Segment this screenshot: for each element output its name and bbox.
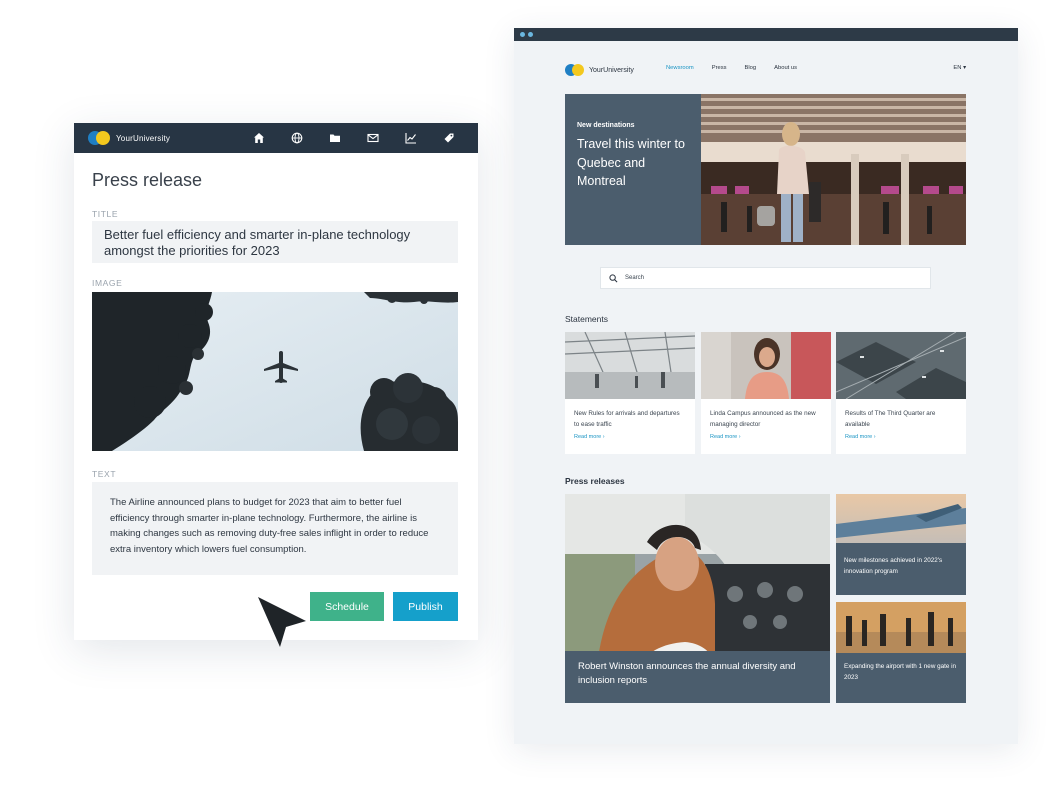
statement-photo	[836, 332, 966, 399]
editor-nav-icons	[240, 123, 468, 153]
statements-heading: Statements	[565, 314, 608, 324]
press-image[interactable]	[92, 292, 458, 451]
title-input[interactable]: Better fuel efficiency and smarter in-pl…	[92, 221, 458, 263]
nav-newsroom[interactable]: Newsroom	[666, 65, 694, 71]
statement-photo	[701, 332, 831, 399]
site-nav: Newsroom Press Blog About us	[666, 65, 815, 71]
press-release-caption: New milestones achieved in 2022's innova…	[836, 543, 966, 595]
statement-card[interactable]: Results of The Third Quarter are availab…	[836, 332, 966, 454]
newsroom-website: YourUniversity Newsroom Press Blog About…	[514, 28, 1018, 744]
nav-about-us[interactable]: About us	[774, 65, 797, 71]
hero-text-panel: New destinations Travel this winter to Q…	[565, 94, 701, 245]
mail-icon[interactable]	[354, 132, 392, 144]
logo-yellow-circle	[572, 64, 584, 76]
publish-button[interactable]: Publish	[393, 592, 458, 621]
hero-title: Travel this winter to Quebec and Montrea…	[577, 137, 685, 188]
statement-text: Results of The Third Quarter are availab…	[845, 410, 936, 428]
statement-card[interactable]: Linda Campus announced as the new managi…	[701, 332, 831, 454]
hero-kicker: New destinations	[577, 122, 635, 129]
browser-dot	[520, 32, 525, 37]
browser-dot	[528, 32, 533, 37]
cursor-arrow-icon	[258, 597, 306, 647]
text-label: TEXT	[92, 469, 117, 479]
nav-press[interactable]: Press	[712, 65, 727, 71]
statement-text: New Rules for arrivals and departures to…	[574, 410, 680, 428]
statement-photo	[565, 332, 695, 399]
statement-card[interactable]: New Rules for arrivals and departures to…	[565, 332, 695, 454]
press-release-card[interactable]: New milestones achieved in 2022's innova…	[836, 494, 966, 595]
read-more-link[interactable]: Read more ›	[565, 434, 695, 440]
folder-icon[interactable]	[316, 132, 354, 144]
search-placeholder: Search	[625, 275, 645, 281]
browser-bar	[514, 28, 1018, 41]
press-release-caption: Robert Winston announces the annual dive…	[565, 651, 830, 703]
site-brand-logo[interactable]: YourUniversity	[565, 64, 634, 76]
tag-icon[interactable]	[430, 132, 468, 144]
schedule-button[interactable]: Schedule	[310, 592, 384, 621]
globe-icon[interactable]	[278, 132, 316, 144]
press-releases-heading: Press releases	[565, 476, 625, 486]
statement-text: Linda Campus announced as the new managi…	[710, 410, 816, 428]
text-input[interactable]: The Airline announced plans to budget fo…	[92, 482, 458, 575]
hero-photo	[701, 94, 966, 245]
press-release-card[interactable]: Expanding the airport with 1 new gate in…	[836, 602, 966, 703]
home-icon[interactable]	[240, 132, 278, 144]
nav-blog[interactable]: Blog	[745, 65, 757, 71]
read-more-link[interactable]: Read more ›	[701, 434, 831, 440]
language-selector[interactable]: EN ▾	[953, 65, 966, 71]
page-title: Press release	[92, 170, 203, 190]
editor-top-bar: YourUniversity	[74, 123, 478, 153]
brand-logo[interactable]: YourUniversity	[88, 131, 170, 145]
chart-icon[interactable]	[392, 132, 430, 144]
image-label: IMAGE	[92, 278, 123, 288]
brand-name: YourUniversity	[116, 133, 171, 143]
read-more-link[interactable]: Read more ›	[836, 434, 966, 440]
site-header: YourUniversity Newsroom Press Blog About…	[565, 62, 966, 78]
logo-yellow-circle	[96, 131, 110, 145]
site-brand-name: YourUniversity	[589, 66, 634, 74]
title-label: TITLE	[92, 209, 119, 219]
hero-banner[interactable]: New destinations Travel this winter to Q…	[565, 94, 966, 245]
press-release-editor: YourUniversity Press release TITLE Bette…	[74, 123, 478, 640]
search-input[interactable]: Search	[600, 267, 931, 289]
search-icon	[609, 273, 618, 282]
press-release-caption: Expanding the airport with 1 new gate in…	[836, 653, 966, 703]
press-release-card[interactable]: Robert Winston announces the annual dive…	[565, 494, 830, 703]
